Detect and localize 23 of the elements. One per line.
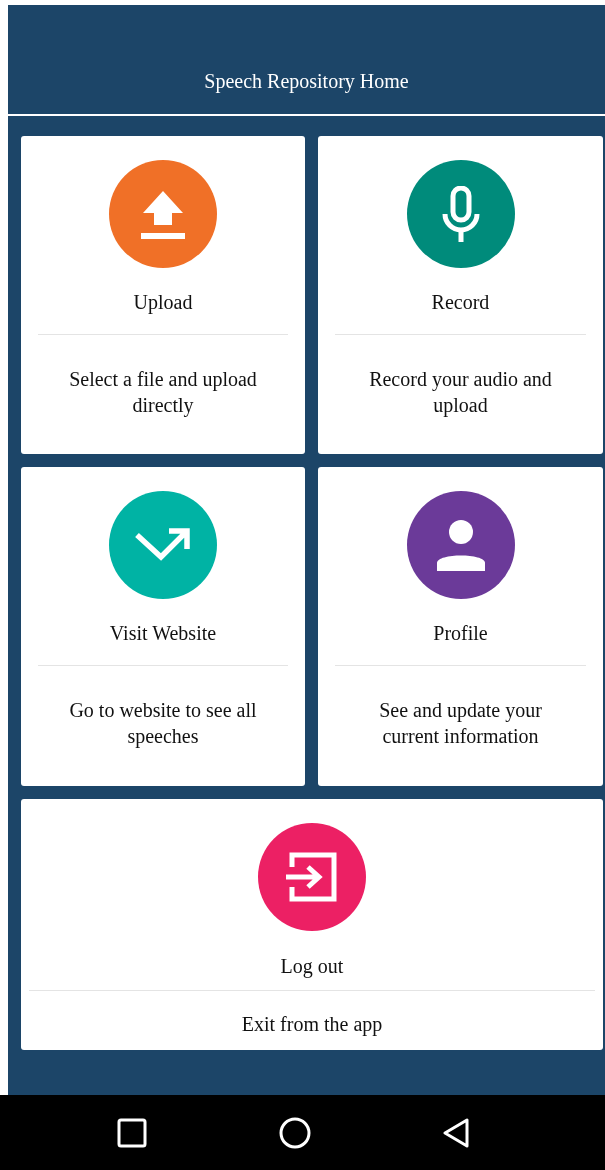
tile-title: Profile xyxy=(433,621,488,645)
tile-card[interactable]: Record Record your audio and upload xyxy=(318,136,603,454)
tile-title: Visit Website xyxy=(109,621,217,645)
tile-description: Record your audio and upload xyxy=(368,367,553,418)
trend-arrow-icon xyxy=(135,527,191,563)
tile-title: Log out xyxy=(280,954,344,978)
tile-description: Select a file and upload directly xyxy=(68,367,258,418)
triangle-icon[interactable] xyxy=(442,1117,469,1148)
tile-title: Upload xyxy=(133,290,193,314)
upload-icon xyxy=(139,189,187,239)
tile-card[interactable]: Visit Website Go to website to see all speeches xyxy=(21,467,305,786)
tile-card[interactable]: Profile See and update your current information xyxy=(318,467,603,786)
tile-card[interactable]: Log out Exit from the app xyxy=(21,799,603,1050)
header-title: Speech Repository Home xyxy=(204,70,409,95)
square-icon[interactable] xyxy=(116,1117,147,1148)
microphone-icon xyxy=(440,186,481,242)
circle-icon[interactable] xyxy=(278,1116,311,1149)
person-icon xyxy=(434,519,487,571)
tile-title: Record xyxy=(431,290,490,314)
tile-description: See and update your current information xyxy=(378,698,543,749)
tile-card[interactable]: Upload Select a file and upload directly xyxy=(21,136,305,454)
tile-description: Exit from the app xyxy=(240,1012,384,1037)
tile-description: Go to website to see all speeches xyxy=(68,698,258,749)
